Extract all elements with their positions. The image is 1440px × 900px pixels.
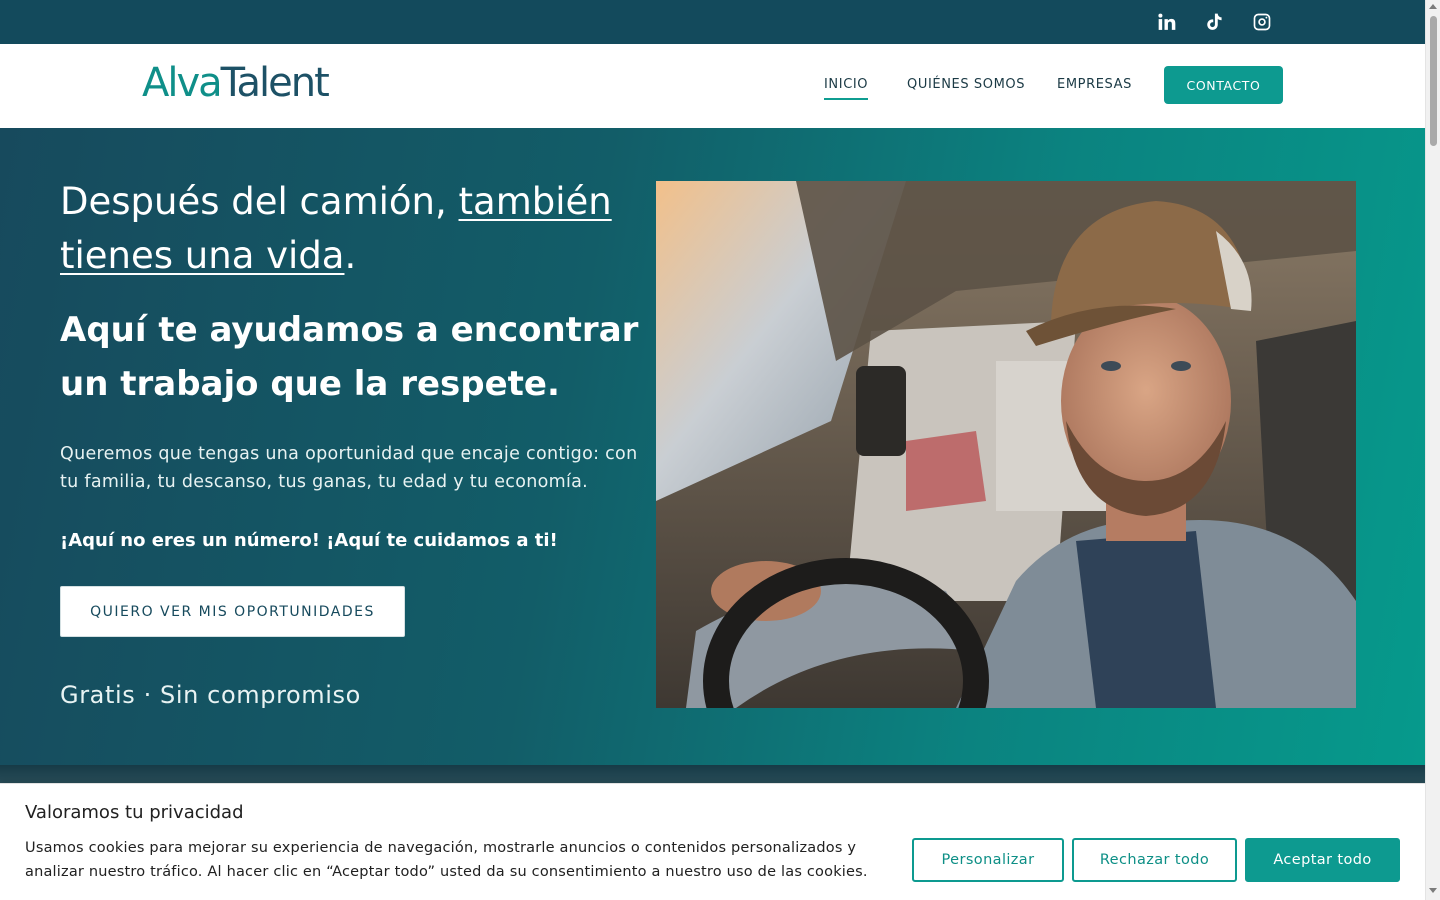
scroll-down-arrow[interactable] [1429,888,1437,893]
nav-quienes-somos[interactable]: QUIÉNES SOMOS [907,77,1025,92]
scroll-up-arrow[interactable] [1429,4,1437,9]
logo-part-talent: Talent [220,60,330,106]
social-topbar [0,0,1425,44]
hero-note: Gratis · Sin compromiso [60,681,361,709]
logo-part-alva: Alva [142,60,223,106]
truck-driver-illustration [656,181,1356,708]
alvatalent-logo[interactable]: AlvaTalent [142,59,330,107]
hero-subtitle: Aquí te ayudamos a encontrar un trabajo … [60,310,639,404]
contacto-button[interactable]: CONTACTO [1164,66,1283,104]
nav-empresas[interactable]: EMPRESAS [1057,77,1132,92]
hero-title: Después del camión, también tienes una v… [60,175,640,283]
hero-title-end: . [344,234,357,277]
section-divider [0,765,1425,785]
cookie-text: Usamos cookies para mejorar su experienc… [25,840,868,880]
personalizar-button[interactable]: Personalizar [912,838,1064,882]
hero-section: Después del camión, también tienes una v… [0,128,1425,765]
cookie-title: Valoramos tu privacidad [25,802,244,823]
linkedin-icon[interactable] [1154,9,1180,35]
rechazar-todo-button[interactable]: Rechazar todo [1072,838,1237,882]
ver-oportunidades-button[interactable]: QUIERO VER MIS OPORTUNIDADES [60,586,405,637]
hero-description: Queremos que tengas una oportunidad que … [60,444,638,492]
hero-highlight: ¡Aquí no eres un número! ¡Aquí te cuidam… [60,530,558,551]
hero-title-plain: Después del camión, [60,180,459,223]
instagram-icon[interactable] [1249,9,1275,35]
cookie-banner: Valoramos tu privacidad Usamos cookies p… [0,783,1425,900]
nav-inicio[interactable]: INICIO [824,77,869,100]
page-scrollbar[interactable] [1425,0,1440,900]
scroll-thumb[interactable] [1430,16,1437,146]
site-header: AlvaTalent INICIO QUIÉNES SOMOS EMPRESAS… [0,44,1425,128]
aceptar-todo-button[interactable]: Aceptar todo [1245,838,1400,882]
tiktok-icon[interactable] [1201,9,1227,35]
truck-driver-photo [656,181,1356,708]
